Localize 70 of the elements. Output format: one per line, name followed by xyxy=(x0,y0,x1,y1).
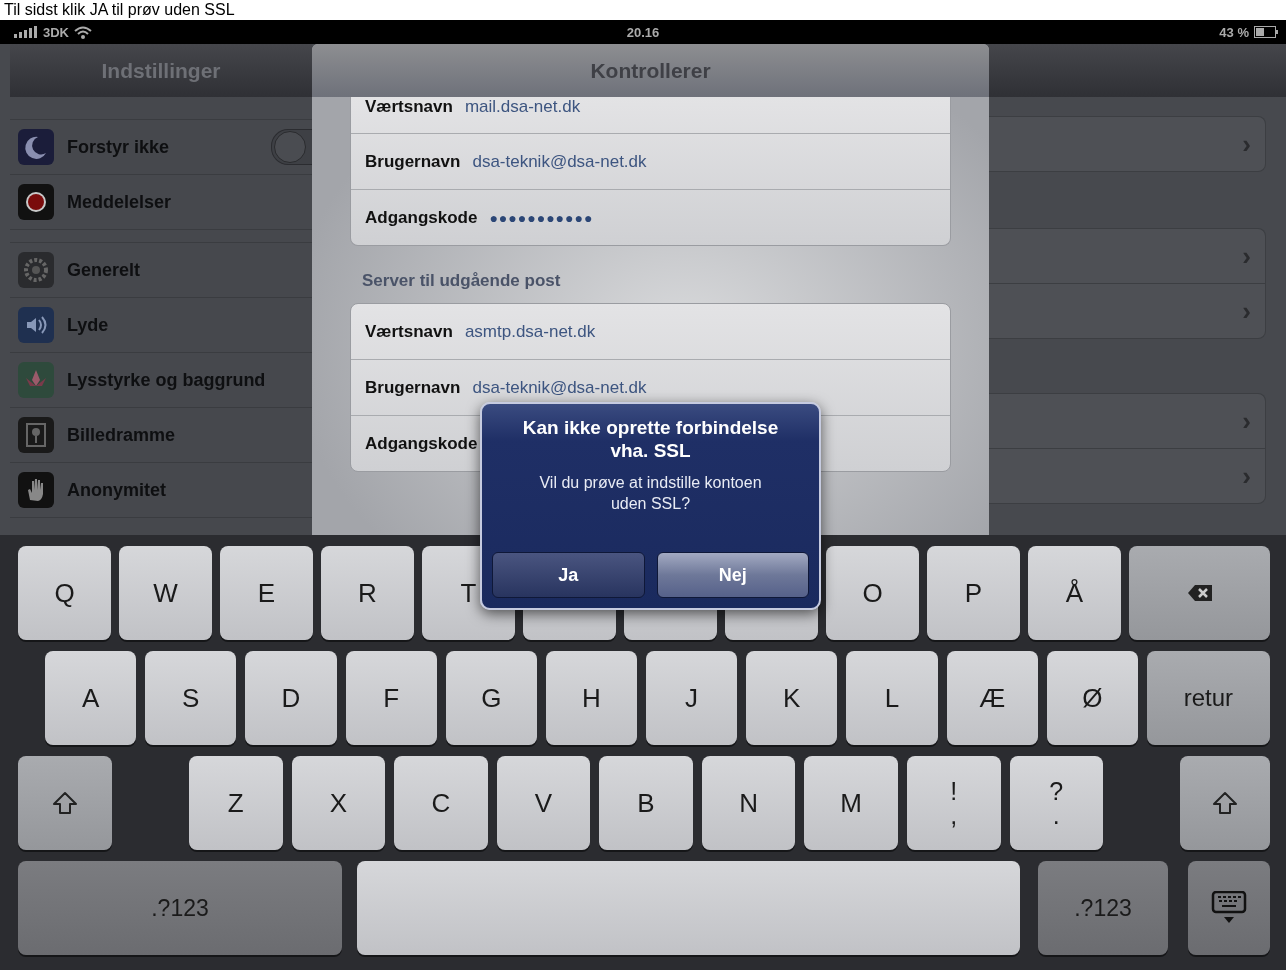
key[interactable]: N xyxy=(701,756,796,850)
key[interactable]: P xyxy=(927,546,1020,640)
toggle-switch[interactable] xyxy=(271,129,312,165)
battery-icon xyxy=(1254,26,1278,38)
key[interactable]: V xyxy=(496,756,591,850)
backspace-icon xyxy=(1186,584,1213,602)
text-field[interactable]: asmtp.dsa-net.dk xyxy=(464,321,596,342)
key[interactable]: M xyxy=(804,756,898,850)
key[interactable]: Å xyxy=(1028,546,1121,640)
numbers-key[interactable]: .?123 xyxy=(1038,861,1168,955)
key[interactable]: B xyxy=(599,756,693,850)
text-field[interactable]: dsa-teknik@dsa-net.dk xyxy=(472,377,647,398)
key[interactable]: G xyxy=(445,651,537,745)
key[interactable]: Ø xyxy=(1046,651,1138,745)
key[interactable]: H xyxy=(545,651,638,745)
key[interactable]: O xyxy=(826,546,919,640)
key[interactable]: E xyxy=(220,546,313,640)
key[interactable]: ! , xyxy=(906,756,1001,850)
shift-arrow-icon xyxy=(1212,791,1239,815)
field-label: Adgangskode xyxy=(365,433,478,454)
carrier-label: 3DK xyxy=(43,24,69,40)
flower-icon xyxy=(18,362,54,398)
hand-icon xyxy=(18,472,54,508)
shift-key[interactable] xyxy=(1180,756,1271,850)
key[interactable]: A xyxy=(45,651,137,745)
field-label: Brugernavn xyxy=(365,377,461,398)
battery-percent: 43 % xyxy=(1219,24,1249,40)
alert-message: Vil du prøve at indstille kontoen uden SSL? xyxy=(538,473,763,514)
backspace-key[interactable] xyxy=(1129,546,1270,640)
navbar-title: Kontrollerer xyxy=(590,58,711,83)
field-label: Brugernavn xyxy=(365,151,461,172)
field-label: Adgangskode xyxy=(365,207,478,228)
field-label: Værtsnavn xyxy=(365,97,453,117)
gear-icon xyxy=(18,252,54,288)
key[interactable]: Æ xyxy=(946,651,1038,745)
key[interactable]: R xyxy=(321,546,414,640)
text-field[interactable]: mail.dsa-net.dk xyxy=(464,97,581,117)
return-key[interactable]: retur xyxy=(1146,651,1270,745)
field-label: Værtsnavn xyxy=(365,321,453,342)
key[interactable]: S xyxy=(145,651,237,745)
alert-button[interactable]: Ja xyxy=(492,552,645,598)
wifi-icon xyxy=(74,25,92,39)
alert-button[interactable]: Nej xyxy=(656,552,809,598)
shift-key[interactable] xyxy=(18,756,112,850)
key[interactable]: X xyxy=(291,756,386,850)
numbers-key[interactable]: .?123 xyxy=(18,861,342,955)
shift-arrow-icon xyxy=(52,791,78,815)
clock-time: 20.16 xyxy=(626,24,660,40)
key[interactable]: Z xyxy=(189,756,283,850)
password-field[interactable]: ●●●●●●●●●●● xyxy=(489,209,594,226)
text-field[interactable]: dsa-teknik@dsa-net.dk xyxy=(472,151,647,172)
moon-icon xyxy=(18,129,54,165)
key[interactable]: D xyxy=(245,651,337,745)
alert-title: Kan ikke oprette forbindelse vha. SSL xyxy=(521,416,780,462)
record-icon xyxy=(18,184,54,220)
keyboard-down-icon xyxy=(1211,891,1247,925)
navbar-title: Indstillinger xyxy=(101,58,221,83)
signal-icon xyxy=(14,26,38,38)
key[interactable]: F xyxy=(345,651,437,745)
section-header: Server til udgående post xyxy=(361,270,562,292)
key[interactable]: ? . xyxy=(1009,756,1104,850)
key[interactable]: J xyxy=(646,651,738,745)
key[interactable]: Q xyxy=(18,546,111,640)
picture-frame-icon xyxy=(18,417,54,453)
speaker-icon xyxy=(18,307,54,343)
key[interactable]: W xyxy=(119,546,212,640)
key[interactable]: K xyxy=(746,651,838,745)
hide-keyboard-key[interactable] xyxy=(1188,861,1270,955)
key[interactable]: L xyxy=(846,651,938,745)
key[interactable]: C xyxy=(394,756,488,850)
